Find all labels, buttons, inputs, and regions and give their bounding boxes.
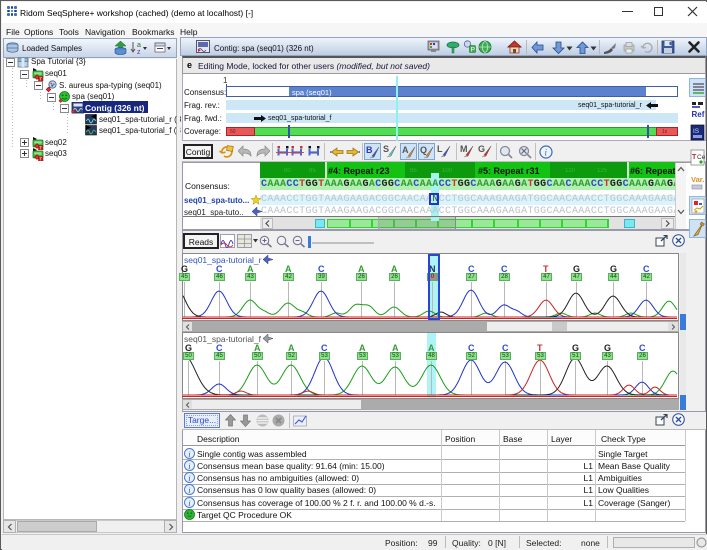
svg-text:M: M [460,144,468,154]
svg-text:IS: IS [693,128,700,135]
svg-text:a: a [137,42,141,49]
svg-text:Ref: Ref [692,110,705,119]
svg-text:T: T [39,156,42,161]
svg-text:P: P [471,47,475,54]
svg-text:Var.: Var. [691,175,704,184]
svg-text:S: S [383,144,389,154]
svg-text:z: z [137,49,141,55]
svg-text:Q: Q [420,145,427,155]
svg-text:A: A [402,145,409,155]
svg-text:G: G [478,144,485,154]
svg-text:B: B [366,145,373,155]
svg-text:L: L [437,144,443,154]
svg-text:Ce: Ce [697,154,706,161]
